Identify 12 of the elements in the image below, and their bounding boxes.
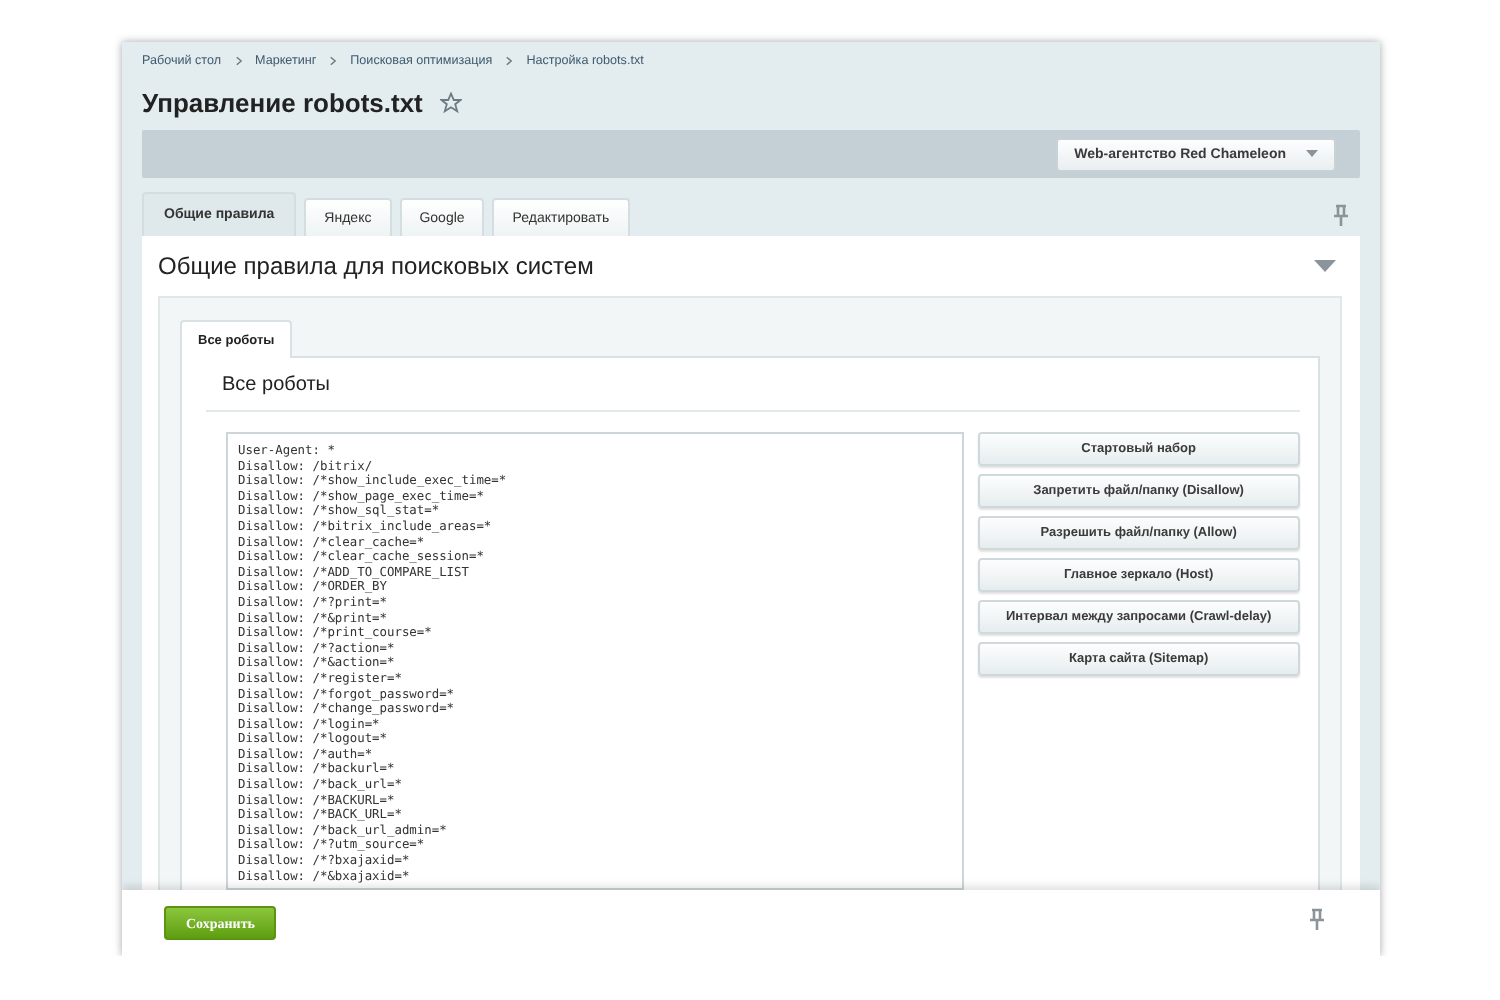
collapse-icon[interactable] — [1314, 260, 1336, 272]
code-editor[interactable] — [226, 432, 964, 890]
pin-icon[interactable] — [1330, 204, 1352, 228]
caret-icon[interactable] — [1306, 150, 1318, 158]
chevron-icon[interactable] — [235, 55, 242, 65]
chevron-icon[interactable] — [506, 55, 513, 65]
pin-icon[interactable] — [1306, 907, 1328, 931]
card-heading: Все роботы — [206, 358, 1300, 412]
page-title: Управление robots.txt — [142, 87, 423, 117]
chevron-icon[interactable] — [330, 55, 337, 65]
star-icon[interactable] — [440, 91, 463, 113]
section-title: Общие правила для поисковых систем — [158, 252, 594, 280]
